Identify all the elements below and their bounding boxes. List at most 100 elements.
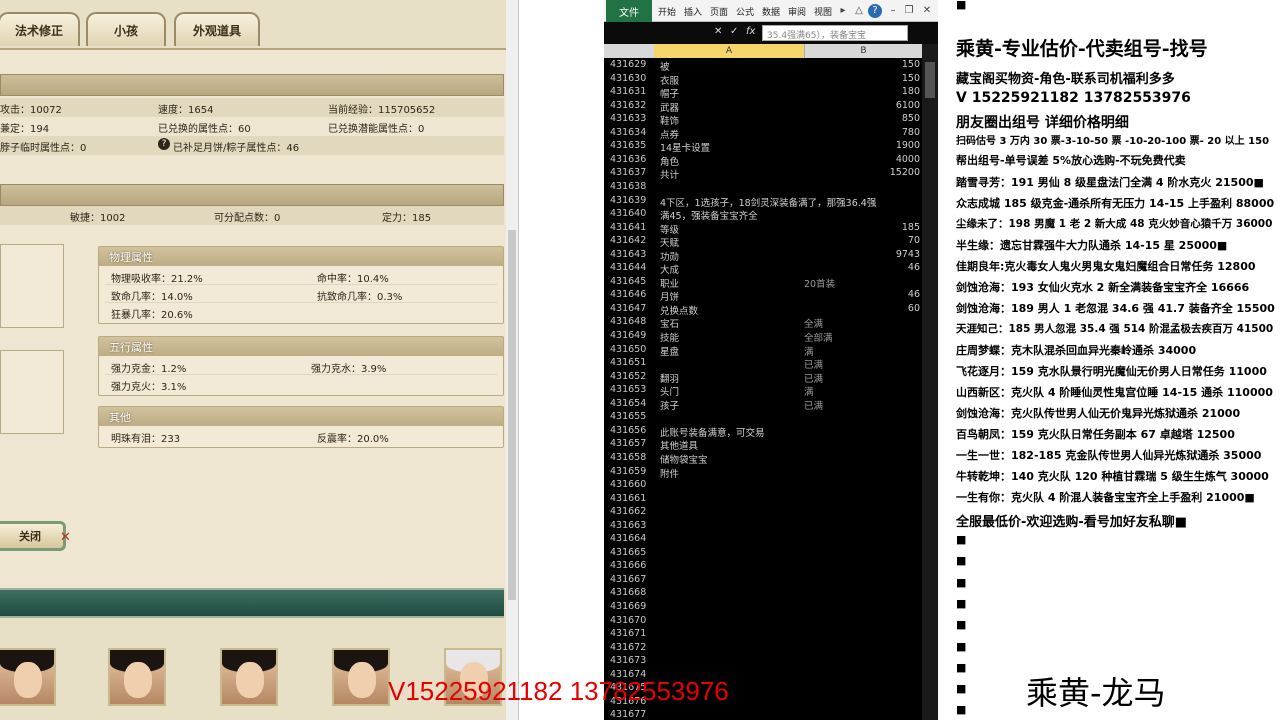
cell-b[interactable]: 850 xyxy=(804,113,920,124)
row-number[interactable]: 431673 xyxy=(610,655,646,666)
sheet-row[interactable]: 431650 星盘满 xyxy=(604,343,922,358)
sheet-row[interactable]: 431629 被 150 xyxy=(604,58,922,73)
row-number[interactable]: 431661 xyxy=(610,493,646,504)
sheet-row[interactable]: 431643 功勋 9743 xyxy=(604,248,922,263)
row-number[interactable]: 431652 xyxy=(610,371,646,382)
sheet-row[interactable]: 431677 xyxy=(604,708,922,720)
cell-b[interactable]: 1900 xyxy=(804,140,920,151)
row-number[interactable]: 431638 xyxy=(610,181,646,192)
sheet-row[interactable]: 431644 大成 46 xyxy=(604,261,922,276)
row-number[interactable]: 431655 xyxy=(610,411,646,422)
sheet-row[interactable]: 431640 满45，强装备宝宝齐全 xyxy=(604,207,922,222)
ribbon-tab-formulas[interactable]: 公式 xyxy=(736,5,754,18)
sheet-row[interactable]: 431659 附件 xyxy=(604,465,922,480)
column-header-a[interactable]: A xyxy=(654,44,804,58)
avatar[interactable] xyxy=(108,648,166,706)
cell-b[interactable]: 180 xyxy=(804,86,920,97)
row-number[interactable]: 431643 xyxy=(610,249,646,260)
row-number[interactable]: 431634 xyxy=(610,127,646,138)
sheet-row[interactable]: 431632 武器 6100 xyxy=(604,99,922,114)
row-number[interactable]: 431660 xyxy=(610,479,646,490)
row-number[interactable]: 431659 xyxy=(610,466,646,477)
sheet-row[interactable]: 431666 xyxy=(604,559,922,573)
cell-b[interactable]: 780 xyxy=(804,127,920,138)
row-number[interactable]: 431649 xyxy=(610,330,646,341)
row-number[interactable]: 431644 xyxy=(610,262,646,273)
row-number[interactable]: 431645 xyxy=(610,276,646,287)
row-number[interactable]: 431633 xyxy=(610,113,646,124)
sheet-row[interactable]: 431669 xyxy=(604,600,922,614)
row-number[interactable]: 431640 xyxy=(610,208,646,219)
tab-child[interactable]: 小孩 xyxy=(86,12,166,46)
row-number[interactable]: 431658 xyxy=(610,452,646,463)
row-number[interactable]: 431653 xyxy=(610,384,646,395)
tab-spell-modifier[interactable]: 法术修正 xyxy=(0,12,80,46)
cell-b[interactable]: 15200 xyxy=(804,167,920,178)
confirm-icon[interactable]: ✓ xyxy=(730,26,738,37)
sheet-row[interactable]: 431648 宝石 全满 xyxy=(604,315,922,330)
sheet-row[interactable]: 431657 其他道具 xyxy=(604,437,922,452)
row-number[interactable]: 431635 xyxy=(610,140,646,151)
formula-input[interactable]: 35.4强满65），装备宝宝 xyxy=(762,25,908,41)
sheet-row[interactable]: 431637 共计 15200 xyxy=(604,166,922,181)
cell-b[interactable]: 4000 xyxy=(804,154,920,165)
row-number[interactable]: 431665 xyxy=(610,547,646,558)
sheet-row[interactable]: 431645 职业 20首装 xyxy=(604,275,922,290)
row-number[interactable]: 431629 xyxy=(610,59,646,70)
row-number[interactable]: 431647 xyxy=(610,303,646,314)
ribbon-tab-review[interactable]: 审阅 xyxy=(788,5,806,18)
sheet-row[interactable]: 431641 等级 185 xyxy=(604,221,922,236)
row-number[interactable]: 431668 xyxy=(610,587,646,598)
cell-b[interactable]: 46 xyxy=(804,289,920,300)
sheet-row[interactable]: 431653 头门满 xyxy=(604,383,922,398)
column-header-b[interactable]: B xyxy=(804,44,922,58)
sheet-row[interactable]: 431656 此账号装备满意，可交易 xyxy=(604,424,922,439)
sheet-row[interactable]: 431673 xyxy=(604,654,922,668)
row-number[interactable]: 431670 xyxy=(610,615,646,626)
cell-b[interactable]: 150 xyxy=(804,73,920,84)
sheet-row[interactable]: 431664 xyxy=(604,532,922,546)
sheet-row[interactable]: 431630 衣服 150 xyxy=(604,72,922,87)
cell-b[interactable]: 6100 xyxy=(804,100,920,111)
collapse-ribbon-icon[interactable]: △ xyxy=(852,4,866,18)
row-number[interactable]: 431636 xyxy=(610,154,646,165)
row-number[interactable]: 431637 xyxy=(610,167,646,178)
ribbon-tab-data[interactable]: 数据 xyxy=(762,5,780,18)
sheet-row[interactable]: 431663 xyxy=(604,519,922,533)
sheet-row[interactable]: 431638 xyxy=(604,180,922,194)
sheet-row[interactable]: 431651 已满 xyxy=(604,356,922,371)
avatar[interactable] xyxy=(332,648,390,706)
tab-appearance-items[interactable]: 外观道具 xyxy=(174,12,260,46)
more-tabs-icon[interactable]: ▸ xyxy=(836,4,850,18)
sheet-row[interactable]: 431639 4下区，1选孩子，18剑灵深装备满了，那强36.4强 xyxy=(604,194,922,209)
cell-b[interactable]: 9743 xyxy=(804,249,920,260)
row-number[interactable]: 431654 xyxy=(610,398,646,409)
sheet-row[interactable]: 431668 xyxy=(604,586,922,600)
file-tab[interactable]: 文件 xyxy=(606,0,652,22)
row-number[interactable]: 431656 xyxy=(610,425,646,436)
fx-icon[interactable]: fx xyxy=(746,26,755,37)
row-number[interactable]: 431677 xyxy=(610,709,646,720)
row-number[interactable]: 431650 xyxy=(610,344,646,355)
sheet-row[interactable]: 431658 储物袋宝宝 xyxy=(604,451,922,466)
row-number[interactable]: 431632 xyxy=(610,100,646,111)
sheet-row[interactable]: 431649 技能 全部满 xyxy=(604,329,922,344)
sheet-row[interactable]: 431672 xyxy=(604,641,922,655)
sheet-row[interactable]: 431652 翻羽 已满 xyxy=(604,370,922,385)
sheet-row[interactable]: 431660 xyxy=(604,478,922,492)
sheet-grid[interactable]: 431629 被 150 431630 衣服 150 431631 帽子 180 431632 武器… xyxy=(604,58,922,720)
scrollbar-thumb[interactable] xyxy=(508,230,516,600)
row-number[interactable]: 431630 xyxy=(610,73,646,84)
sheet-row[interactable]: 431647 兑换点数 60 xyxy=(604,302,922,317)
ribbon-tab-insert[interactable]: 插入 xyxy=(684,5,702,18)
row-number[interactable]: 431669 xyxy=(610,601,646,612)
row-number[interactable]: 431666 xyxy=(610,560,646,571)
avatar[interactable] xyxy=(0,648,56,706)
sheet-row[interactable]: 431671 xyxy=(604,627,922,641)
sheet-row[interactable]: 431631 帽子 180 xyxy=(604,85,922,100)
close-button[interactable]: 关闭 xyxy=(0,521,66,551)
avatar[interactable] xyxy=(220,648,278,706)
ribbon-tab-view[interactable]: 视图 xyxy=(814,5,832,18)
scrollbar-thumb[interactable] xyxy=(925,62,935,98)
sheet-row[interactable]: 431646 月饼 46 xyxy=(604,288,922,303)
